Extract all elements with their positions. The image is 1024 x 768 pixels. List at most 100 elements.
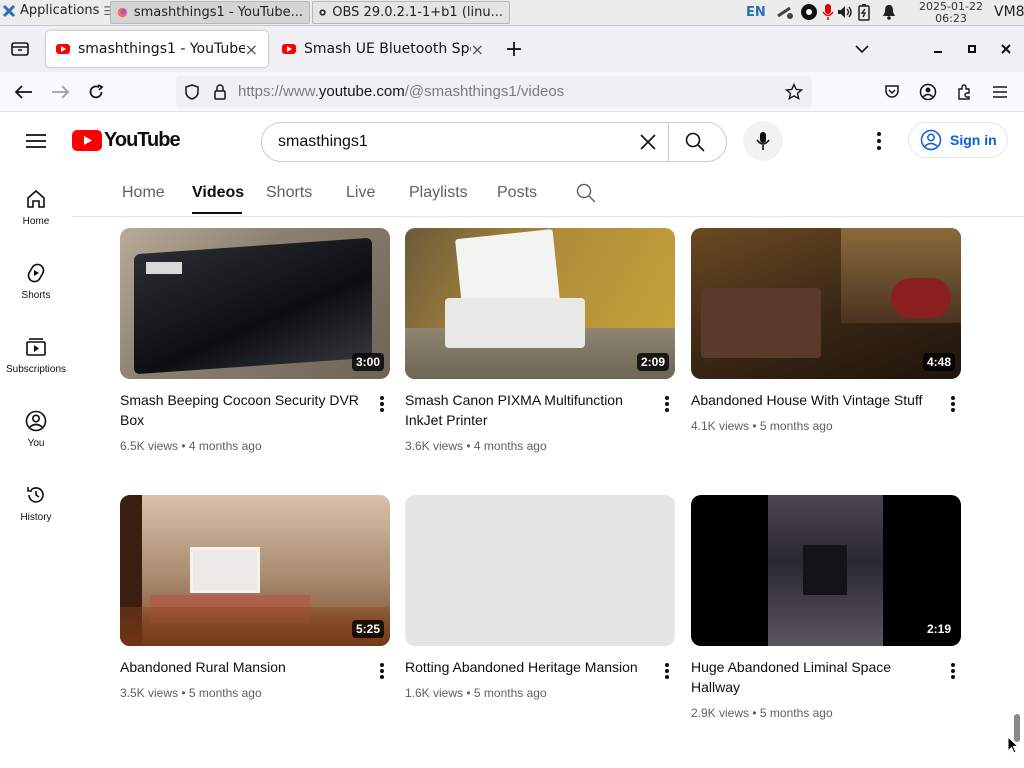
taskbar-item-firefox[interactable]: smashthings1 - YouTube... (110, 1, 310, 24)
youtube-favicon-icon (56, 44, 70, 54)
video-views: 3.5K views (120, 686, 179, 700)
video-thumbnail[interactable]: 5:25 (120, 495, 390, 646)
video-menu-kebab-icon[interactable] (947, 661, 959, 681)
video-card[interactable]: 2:19 Huge Abandoned Liminal Space Hallwa… (691, 495, 961, 720)
window-close-icon[interactable] (994, 37, 1018, 61)
sidebar-item-label: Home (22, 216, 50, 227)
tab-home[interactable]: Home (122, 184, 165, 202)
meta-separator: • (752, 419, 757, 433)
clock[interactable]: 2025-01-22 06:23 (916, 1, 986, 25)
network-icon[interactable] (776, 4, 794, 20)
tab-videos[interactable]: Videos (192, 184, 244, 202)
video-thumbnail[interactable]: 4:48 (691, 228, 961, 379)
battery-icon[interactable] (858, 3, 870, 21)
microphone-icon[interactable] (822, 3, 834, 21)
video-title[interactable]: Abandoned House With Vintage Stuff (691, 390, 937, 410)
video-thumbnail-placeholder[interactable] (405, 495, 675, 646)
sidebar-item-label: Shorts (21, 290, 51, 301)
window-minimize-icon[interactable] (926, 37, 950, 61)
search-input[interactable]: smasthings1 (278, 133, 368, 151)
clear-search-icon[interactable] (636, 130, 660, 154)
youtube-favicon-icon (282, 44, 296, 54)
search-icon[interactable] (683, 130, 707, 154)
window-maximize-icon[interactable] (960, 37, 984, 61)
url-text[interactable]: https://www.youtube.com/@smashthings1/vi… (238, 83, 564, 100)
history-icon (27, 487, 44, 503)
tab-live[interactable]: Live (346, 184, 375, 202)
video-thumbnail[interactable]: 3:00 (120, 228, 390, 379)
tab-shorts[interactable]: Shorts (266, 184, 312, 202)
channel-search-icon[interactable] (574, 181, 598, 205)
new-tab-plus-icon[interactable]: + (502, 37, 526, 62)
video-menu-kebab-icon[interactable] (376, 394, 388, 414)
video-title[interactable]: Huge Abandoned Liminal Space Hallway (691, 657, 937, 697)
video-thumbnail[interactable]: 2:09 (405, 228, 675, 379)
tracking-protection-shield-icon[interactable] (180, 80, 204, 104)
video-card[interactable]: 2:09 Smash Canon PIXMA Multifunction Ink… (405, 228, 675, 453)
video-card[interactable]: Rotting Abandoned Heritage Mansion 1.6K … (405, 495, 675, 700)
sidebar-item-history[interactable]: History (0, 484, 72, 548)
taskbar-item-obs[interactable]: OBS 29.0.2.1-1+b1 (linu... (312, 1, 510, 24)
video-card[interactable]: 4:48 Abandoned House With Vintage Stuff … (691, 228, 961, 433)
voice-search-button[interactable] (743, 121, 783, 161)
settings-kebab-icon[interactable] (876, 132, 882, 150)
back-arrow-icon[interactable] (12, 80, 36, 104)
sidebar-item-shorts[interactable]: Shorts (0, 262, 72, 326)
video-title[interactable]: Smash Beeping Cocoon Security DVR Box (120, 390, 366, 430)
sidebar-item-label: History (20, 512, 52, 523)
bookmark-star-icon[interactable] (782, 80, 806, 104)
tab-posts[interactable]: Posts (497, 184, 537, 202)
video-duration-badge: 2:09 (636, 353, 669, 371)
browser-tab-youtube[interactable]: smashthings1 - YouTube × (46, 31, 268, 67)
video-menu-kebab-icon[interactable] (661, 394, 673, 414)
tab-close-icon[interactable]: × (245, 40, 258, 59)
tab-list-chevron-icon[interactable] (850, 37, 874, 61)
video-thumbnail[interactable]: 2:19 (691, 495, 961, 646)
video-metadata: 1.6K views • 5 months ago (405, 686, 547, 700)
tab-close-icon[interactable]: × (471, 40, 484, 59)
video-age: 4 months ago (473, 439, 547, 453)
clock-time: 06:23 (935, 12, 967, 25)
search-box[interactable]: smasthings1 (261, 122, 727, 162)
video-title[interactable]: Smash Canon PIXMA Multifunction InkJet P… (405, 390, 651, 430)
video-age: 5 months ago (759, 706, 833, 720)
url-bar[interactable]: https://www.youtube.com/@smashthings1/vi… (176, 76, 812, 108)
hamburger-menu-icon[interactable] (988, 80, 1012, 104)
sidebar-item-subscriptions[interactable]: Subscriptions (0, 336, 72, 400)
video-card[interactable]: 3:00 Smash Beeping Cocoon Security DVR B… (120, 228, 390, 453)
notification-bell-icon[interactable] (882, 4, 896, 20)
browser-tab-smash-ue[interactable]: Smash UE Bluetooth Spe × (272, 31, 494, 67)
video-menu-kebab-icon[interactable] (947, 394, 959, 414)
video-title[interactable]: Rotting Abandoned Heritage Mansion (405, 657, 651, 677)
video-duration-badge: 2:19 (922, 620, 955, 638)
forward-arrow-icon[interactable] (48, 80, 72, 104)
video-title[interactable]: Abandoned Rural Mansion (120, 657, 366, 677)
video-metadata: 2.9K views • 5 months ago (691, 706, 833, 720)
reload-icon[interactable] (84, 80, 108, 104)
volume-icon[interactable] (836, 4, 854, 20)
youtube-logo-icon (72, 130, 102, 151)
video-views: 2.9K views (691, 706, 750, 720)
lock-icon[interactable] (208, 80, 232, 104)
extensions-puzzle-icon[interactable] (952, 80, 976, 104)
account-circle-icon (920, 129, 942, 151)
thumbnail-wood-floor-shape (120, 607, 390, 646)
applications-menu[interactable]: Applications ☰ (2, 3, 114, 18)
keyboard-layout-indicator[interactable]: EN (746, 5, 766, 20)
sidebar-item-you[interactable]: You (0, 410, 72, 474)
guide-menu-icon[interactable] (24, 129, 48, 153)
video-card[interactable]: 5:25 Abandoned Rural Mansion 3.5K views … (120, 495, 390, 700)
firefox-view-icon[interactable] (8, 37, 32, 61)
video-age: 5 months ago (759, 419, 833, 433)
sidebar-item-home[interactable]: Home (0, 188, 72, 252)
video-views: 6.5K views (120, 439, 179, 453)
video-menu-kebab-icon[interactable] (376, 661, 388, 681)
video-menu-kebab-icon[interactable] (661, 661, 673, 681)
pocket-icon[interactable] (880, 80, 904, 104)
tab-title: Smash UE Bluetooth Spe (304, 41, 471, 57)
tab-playlists[interactable]: Playlists (409, 184, 468, 202)
obs-tray-icon[interactable] (800, 3, 818, 21)
sign-in-button[interactable]: Sign in (908, 122, 1008, 158)
account-icon[interactable] (916, 80, 940, 104)
youtube-logo[interactable]: YouTube (72, 129, 181, 152)
